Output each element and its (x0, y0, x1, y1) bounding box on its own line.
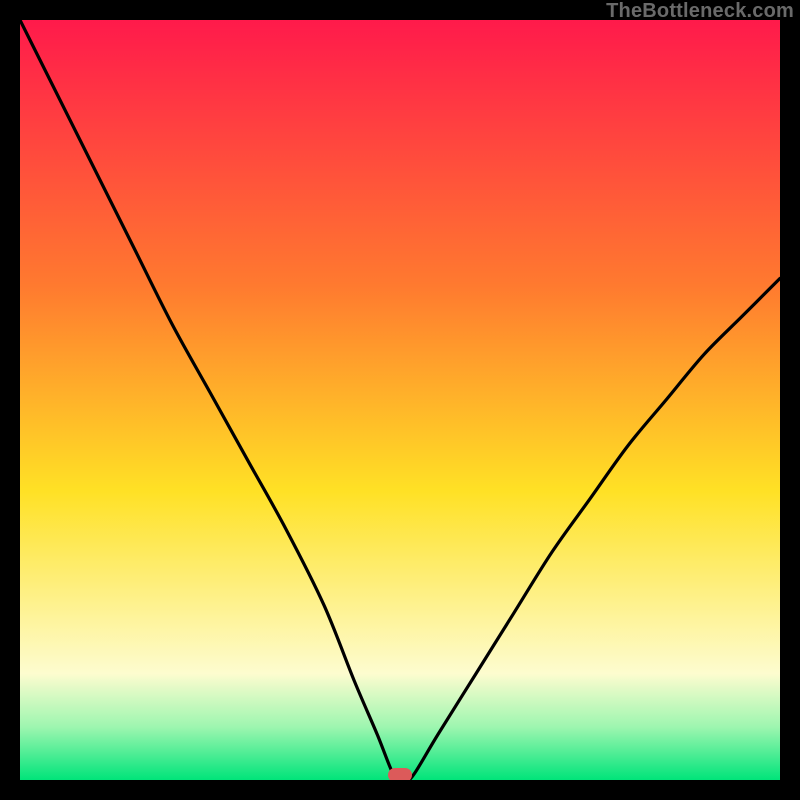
chart-frame: TheBottleneck.com (0, 0, 800, 800)
optimal-marker (388, 768, 412, 780)
plot-area (20, 20, 780, 780)
bottleneck-curve (20, 20, 780, 780)
